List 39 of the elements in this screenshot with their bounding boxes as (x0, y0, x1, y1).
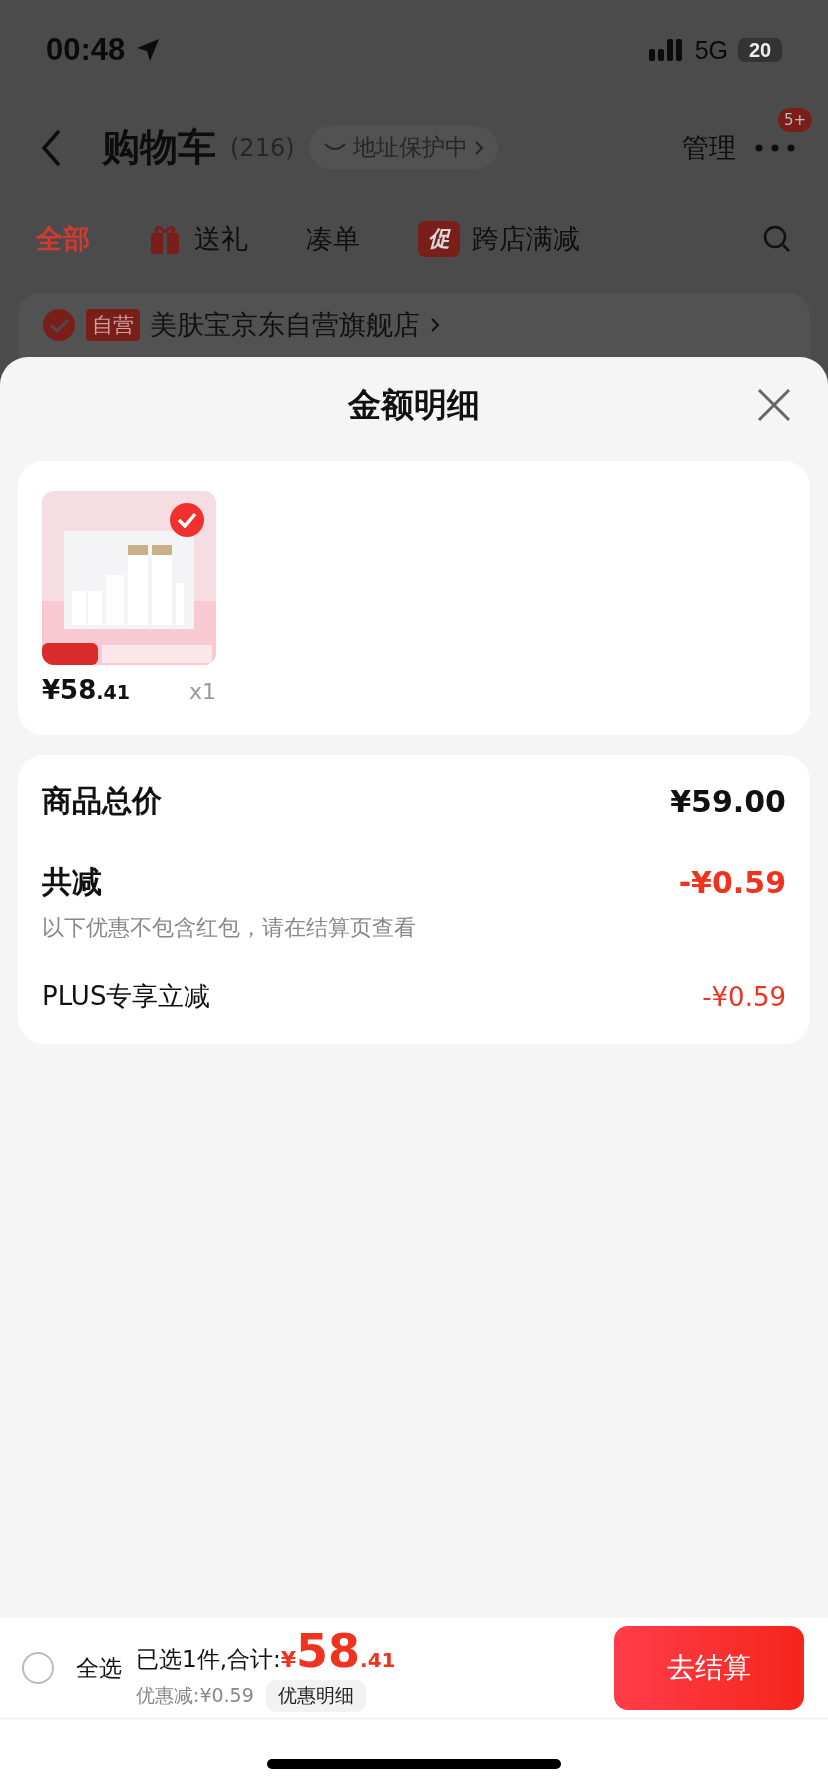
total-price: ¥58.41 (280, 1624, 396, 1678)
total-label: 商品总价 (42, 782, 162, 820)
discount-item-label: PLUS专享立减 (42, 980, 211, 1013)
filter-tab[interactable]: 全部 (36, 221, 90, 257)
chevron-right-icon (430, 317, 440, 333)
clock-time: 00:48 (46, 32, 126, 68)
sheet-title: 金额明细 (348, 383, 480, 426)
close-button[interactable] (756, 387, 792, 423)
search-icon[interactable] (762, 224, 792, 254)
discount-details-button[interactable]: 优惠明细 (265, 1680, 366, 1712)
checkbox-circle[interactable] (22, 1652, 54, 1684)
store-checkbox[interactable] (42, 308, 76, 342)
discount-item-value: -¥0.59 (702, 981, 786, 1012)
discount-note: 以下优惠不包含红包，请在结算页查看 (42, 914, 417, 942)
chevron-right-icon (473, 139, 484, 156)
product-quantity: x1 (188, 679, 216, 704)
self-operated-tag: 自营 (86, 309, 140, 341)
product-price: ¥58.41 (42, 675, 130, 705)
discount-label: 共减 (42, 863, 102, 901)
discount-summary: 优惠减:¥0.59 (136, 1683, 254, 1708)
page-title: 购物车 (102, 124, 216, 171)
checkout-button[interactable]: 去结算 (614, 1626, 804, 1710)
filter-tab[interactable]: 凑单 (306, 221, 360, 257)
signal-icon (648, 37, 685, 63)
manage-button[interactable]: 管理 (682, 129, 736, 166)
network-label: 5G (694, 35, 728, 65)
location-arrow-icon (135, 37, 162, 63)
store-name[interactable]: 美肤宝京东自营旗舰店 (150, 307, 420, 343)
back-icon[interactable] (40, 127, 62, 168)
filter-tab[interactable]: 送礼 (148, 221, 248, 257)
promo-tag: 促 (418, 221, 460, 257)
selected-summary: 已选1件,合计: (136, 1645, 281, 1674)
select-all-checkbox[interactable]: 全选 (22, 1652, 122, 1684)
notification-badge: 5+ (777, 107, 812, 132)
total-value: ¥59.00 (670, 784, 786, 819)
discount-value: -¥0.59 (678, 865, 786, 900)
battery-icon: 20 (738, 38, 782, 62)
filter-tab[interactable]: 促 跨店满减 (418, 221, 580, 257)
more-icon[interactable] (755, 143, 795, 152)
